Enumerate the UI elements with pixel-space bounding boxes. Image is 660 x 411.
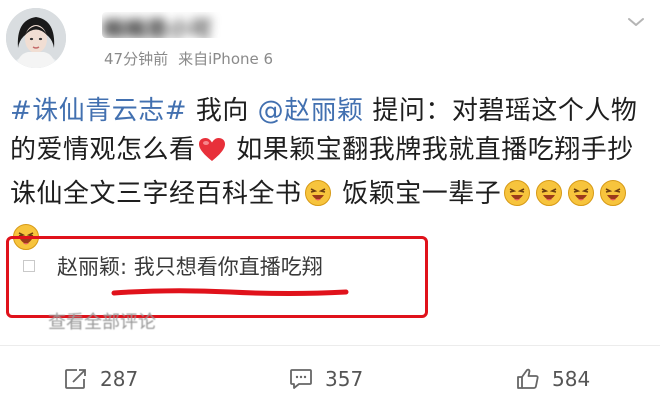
topic-link[interactable]: #诛仙青云志# — [10, 96, 187, 126]
like-count: 584 — [552, 367, 591, 391]
weibo-post: 楠楠是小可 47分钟前 来自iPhone 6 #诛仙青云志# 我向 @赵丽颖 提问… — [0, 0, 660, 411]
username[interactable]: 楠楠是小可 — [102, 12, 224, 38]
comment-icon — [290, 369, 312, 389]
laughing-emoji-icon — [304, 179, 332, 219]
laughing-emoji-icon — [567, 179, 595, 219]
username-text: 楠楠是小可 — [102, 18, 213, 38]
post-meta: 47分钟前 来自iPhone 6 — [104, 48, 273, 69]
comment-text: 赵丽颖: 我只想看你直播吃翔 — [57, 251, 323, 281]
avatar[interactable] — [6, 8, 66, 68]
laughing-emoji-icon — [535, 179, 563, 219]
view-all-comments-link[interactable]: 查看全部评论 — [48, 308, 156, 334]
mention-link[interactable]: @赵丽颖 — [258, 96, 364, 126]
highlighted-comment[interactable]: 赵丽颖: 我只想看你直播吃翔 — [6, 236, 428, 318]
post-source: 来自iPhone 6 — [178, 50, 274, 68]
laughing-emoji-icon — [599, 179, 627, 219]
laughing-emoji-icon — [503, 179, 531, 219]
comment-body: 我只想看你直播吃翔 — [133, 255, 323, 279]
more-icon[interactable] — [626, 14, 646, 30]
content-text-1: 我向 — [187, 96, 258, 126]
comment-author[interactable]: 赵丽颖 — [57, 255, 120, 279]
content-text-4: 饭颖宝一辈子 — [333, 179, 502, 209]
comment-button[interactable]: 357 — [289, 367, 363, 391]
like-icon — [517, 368, 539, 389]
post-time: 47分钟前 — [104, 50, 169, 68]
like-button[interactable]: 584 — [516, 367, 590, 391]
comment-separator: : — [120, 255, 134, 279]
repost-count: 287 — [100, 367, 139, 391]
footer-divider — [0, 345, 660, 346]
comment-count: 357 — [325, 367, 364, 391]
comment-checkbox — [23, 260, 35, 272]
heart-icon — [198, 136, 226, 175]
red-underline-mark — [111, 288, 349, 296]
repost-icon — [65, 369, 86, 389]
repost-button[interactable]: 287 — [64, 367, 138, 391]
